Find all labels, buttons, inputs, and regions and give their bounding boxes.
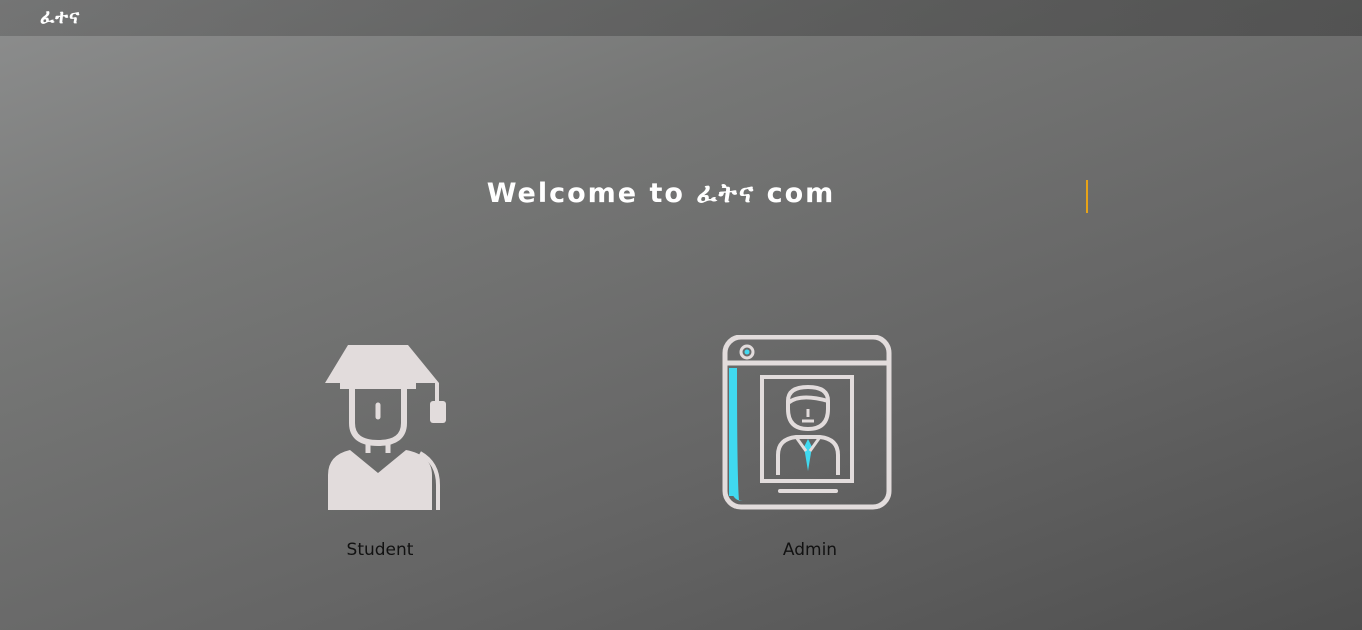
typing-cursor [1086, 180, 1088, 213]
student-option[interactable]: Student [280, 330, 480, 570]
graduate-student-icon[interactable] [280, 335, 480, 515]
navbar: ፈተና [0, 0, 1362, 36]
admin-label[interactable]: Admin [710, 540, 910, 560]
student-label[interactable]: Student [280, 540, 480, 560]
admin-option[interactable]: Admin [710, 330, 910, 570]
welcome-heading: Welcome to ፈትና com [486, 178, 836, 209]
admin-profile-window-icon[interactable] [710, 335, 910, 515]
brand-logo[interactable]: ፈተና [40, 6, 80, 28]
